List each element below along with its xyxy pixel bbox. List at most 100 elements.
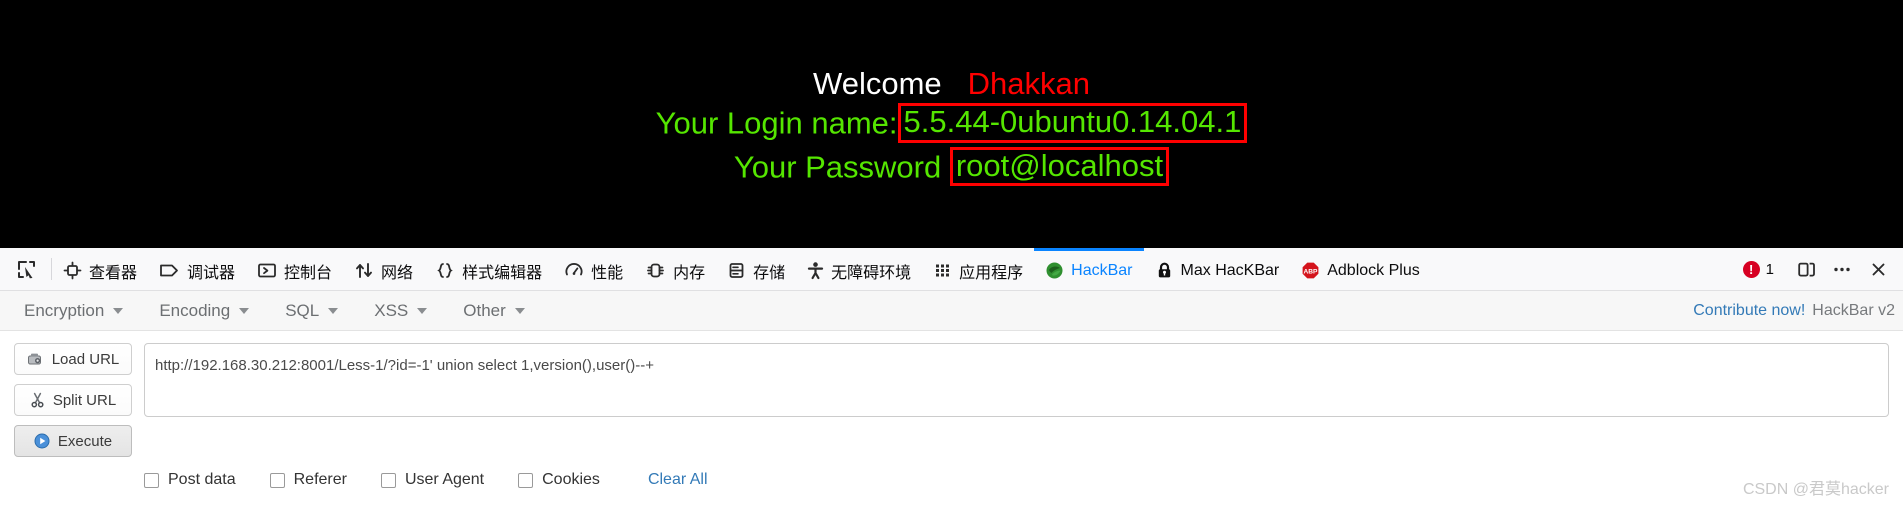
play-icon [34, 433, 50, 449]
console-icon [257, 261, 277, 280]
login-name-line: Your Login name: 5.5.44-0ubuntu0.14.04.1 [0, 103, 1903, 143]
tab-label: 无障碍环境 [831, 264, 912, 282]
tab-label: Max HacKBar [1180, 261, 1280, 279]
tab-label: HackBar [1071, 261, 1133, 279]
tab-label: 调试器 [187, 264, 236, 282]
tab-accessibility[interactable]: 无障碍环境 [796, 248, 922, 290]
tab-debugger[interactable]: 调试器 [148, 248, 246, 290]
error-count: 1 [1765, 260, 1774, 278]
tab-performance[interactable]: 性能 [553, 248, 634, 290]
error-icon: ! [1742, 260, 1760, 278]
menu-xss[interactable]: XSS [366, 301, 441, 321]
menu-sql[interactable]: SQL [277, 301, 352, 321]
application-icon [933, 261, 952, 280]
checkbox-referer[interactable]: Referer [269, 471, 347, 489]
tab-application[interactable]: 应用程序 [922, 248, 1034, 290]
contribute-link[interactable]: Contribute now! [1693, 302, 1805, 320]
clear-all-link[interactable]: Clear All [648, 471, 708, 489]
close-icon [1869, 260, 1888, 279]
csdn-watermark: CSDN @君莫hacker [1742, 481, 1889, 498]
welcome-username: Dhakkan [967, 66, 1090, 101]
hackbar-menubar-right: Contribute now! HackBar v2 [1693, 291, 1895, 331]
chevron-down-icon [113, 307, 124, 314]
checkbox-label: Post data [168, 471, 236, 488]
chevron-down-icon [328, 307, 339, 314]
tab-label: Adblock Plus [1327, 261, 1420, 279]
url-field-wrapper [132, 343, 1889, 457]
menu-encoding[interactable]: Encoding [151, 301, 263, 321]
login-name-value: 5.5.44-0ubuntu0.14.04.1 [897, 103, 1248, 143]
tab-style-editor[interactable]: 样式编辑器 [424, 248, 553, 290]
tab-memory[interactable]: 内存 [634, 248, 716, 290]
button-label: Split URL [52, 391, 117, 409]
checkbox-label: Cookies [542, 471, 600, 488]
tab-inspector[interactable]: 查看器 [52, 248, 148, 290]
storage-icon [727, 261, 746, 280]
menu-encryption[interactable]: Encryption [16, 301, 137, 321]
style-editor-icon [435, 261, 455, 280]
password-value: root@localhost [949, 146, 1170, 187]
button-label: Load URL [51, 350, 120, 368]
more-options-button[interactable] [1825, 248, 1859, 291]
scissors-icon [30, 392, 45, 408]
close-devtools-button[interactable] [1861, 248, 1895, 291]
hackbar-icon [1045, 261, 1064, 280]
chevron-down-icon [514, 307, 525, 314]
performance-icon [564, 261, 584, 280]
debugger-icon [159, 261, 180, 280]
chevron-down-icon [417, 307, 428, 314]
element-picker-icon [16, 259, 37, 280]
network-icon [354, 261, 374, 280]
checkbox-label: Referer [293, 471, 347, 488]
button-label: Execute [57, 432, 113, 450]
menu-other[interactable]: Other [455, 301, 539, 321]
load-url-button[interactable]: Load URL [14, 343, 132, 375]
browser-page-content: Welcome Dhakkan Your Login name: 5.5.44-0u… [0, 0, 1903, 248]
element-picker-button[interactable] [0, 248, 51, 290]
load-url-icon [27, 352, 44, 367]
tab-hackbar[interactable]: HackBar [1034, 248, 1144, 290]
checkbox-user-agent[interactable]: User Agent [380, 471, 485, 489]
url-input[interactable] [144, 343, 1889, 417]
tab-label: 查看器 [89, 264, 138, 282]
hackbar-options-row: Post data Referer User Agent Cookies Cle… [0, 457, 1903, 489]
password-label: Your Password [733, 148, 942, 184]
svg-text:ABP: ABP [1304, 268, 1319, 275]
dock-split-button[interactable] [1789, 248, 1823, 291]
checkbox-cookies[interactable]: Cookies [518, 471, 600, 489]
hackbar-body: Load URL Split URL Execute http://192.16… [0, 331, 1903, 457]
dock-split-icon [1797, 260, 1816, 279]
tab-max-hackbar[interactable]: Max HacKBar [1144, 248, 1291, 290]
checkbox-label: User Agent [404, 471, 485, 488]
welcome-label: Welcome [813, 66, 942, 101]
hackbar-menubar: Encryption Encoding SQL XSS Other Contri… [0, 291, 1903, 331]
execute-button[interactable]: Execute [14, 425, 132, 457]
checkbox-box[interactable] [144, 472, 159, 488]
checkbox-box[interactable] [380, 472, 396, 488]
abp-icon: ABP [1301, 261, 1320, 280]
sqli-result-output: Welcome Dhakkan Your Login name: 5.5.44-0u… [0, 68, 1903, 190]
split-url-button[interactable]: Split URL [14, 384, 132, 416]
tab-console[interactable]: 控制台 [246, 248, 343, 290]
checkbox-box[interactable] [518, 472, 534, 488]
welcome-line: Welcome Dhakkan [0, 68, 1903, 99]
checkbox-post-data[interactable]: Post data [144, 471, 236, 489]
tab-label: 存储 [753, 264, 786, 282]
accessibility-icon [807, 261, 824, 280]
devtools-toolbar: 查看器 调试器 控制台 网络 样式编辑器 性能 内存 存储 无障碍环境 应用程序… [0, 248, 1903, 291]
more-options-icon [1832, 260, 1852, 279]
checkbox-box[interactable] [269, 472, 285, 488]
tab-adblock-plus[interactable]: ABP Adblock Plus [1290, 248, 1431, 290]
menu-label: Encryption [24, 300, 105, 320]
tab-storage[interactable]: 存储 [716, 248, 796, 290]
tab-label: 控制台 [284, 264, 333, 282]
tab-label: 性能 [591, 264, 624, 282]
tab-label: 应用程序 [959, 264, 1024, 282]
inspector-icon [63, 261, 82, 280]
devtools-tab-list: 查看器 调试器 控制台 网络 样式编辑器 性能 内存 存储 无障碍环境 应用程序… [52, 248, 1733, 290]
tab-label: 网络 [381, 264, 414, 282]
tab-network[interactable]: 网络 [343, 248, 424, 290]
error-count-badge[interactable]: ! 1 [1733, 260, 1784, 278]
login-name-label: Your Login name: [655, 105, 898, 141]
chevron-down-icon [239, 307, 250, 314]
